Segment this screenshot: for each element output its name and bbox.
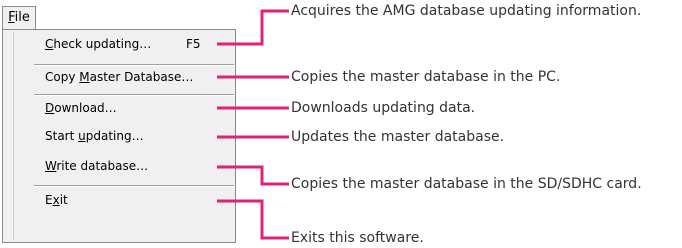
description-write-database: Copies the master database in the SD/SDH… bbox=[291, 176, 642, 192]
description-start-updating: Updates the master database. bbox=[291, 129, 505, 145]
connector-write-database bbox=[217, 165, 289, 186]
callout-connectors bbox=[217, 9, 289, 240]
connector-group bbox=[217, 9, 289, 240]
description-exit: Exits this software. bbox=[291, 230, 424, 246]
description-check-updating: Acquires the AMG database updating infor… bbox=[291, 3, 642, 19]
connector-check-updating bbox=[217, 9, 289, 46]
description-copy-master-database: Copies the master database in the PC. bbox=[291, 69, 561, 85]
connector-exit bbox=[217, 199, 289, 240]
description-download: Downloads updating data. bbox=[291, 100, 476, 116]
